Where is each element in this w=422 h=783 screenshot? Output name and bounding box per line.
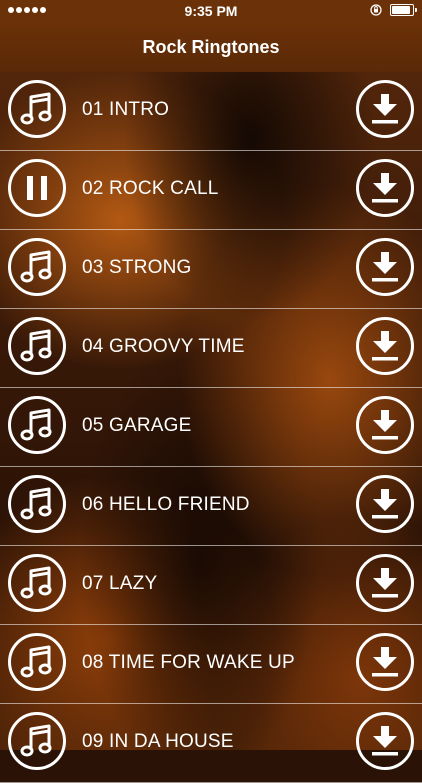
download-button[interactable]: [356, 396, 414, 454]
ringtone-title: 06 HELLO FRIEND: [82, 494, 250, 515]
list-item[interactable]: 09 IN DA HOUSE: [0, 704, 422, 783]
pause-icon: [24, 174, 50, 202]
music-note-icon: [20, 249, 54, 285]
play-button[interactable]: [8, 238, 66, 296]
play-button[interactable]: [8, 554, 66, 612]
download-button[interactable]: [356, 554, 414, 612]
ringtone-title: 05 GARAGE: [82, 415, 192, 436]
music-note-icon: [20, 565, 54, 601]
download-button[interactable]: [356, 80, 414, 138]
pause-button[interactable]: [8, 159, 66, 217]
ringtone-title: 02 ROCK CALL: [82, 178, 219, 199]
music-note-icon: [20, 407, 54, 443]
list-item[interactable]: 07 LAZY: [0, 546, 422, 625]
list-item[interactable]: 01 INTRO: [0, 72, 422, 151]
music-note-icon: [20, 644, 54, 680]
orientation-lock-icon: [370, 4, 382, 16]
play-button[interactable]: [8, 633, 66, 691]
list-item[interactable]: 06 HELLO FRIEND: [0, 467, 422, 546]
music-note-icon: [20, 91, 54, 127]
music-note-icon: [20, 723, 54, 759]
download-button[interactable]: [356, 159, 414, 217]
ringtone-title: 01 INTRO: [82, 99, 170, 120]
download-button[interactable]: [356, 475, 414, 533]
status-bar: 9:35 PM: [0, 0, 422, 22]
download-icon: [369, 250, 401, 284]
download-button[interactable]: [356, 712, 414, 770]
download-icon: [369, 329, 401, 363]
list-item[interactable]: 05 GARAGE: [0, 388, 422, 467]
ringtone-title: 08 TIME FOR WAKE UP: [82, 652, 295, 673]
download-icon: [369, 92, 401, 126]
download-button[interactable]: [356, 238, 414, 296]
list-item[interactable]: 03 STRONG: [0, 230, 422, 309]
music-note-icon: [20, 486, 54, 522]
play-button[interactable]: [8, 80, 66, 138]
download-button[interactable]: [356, 633, 414, 691]
play-button[interactable]: [8, 475, 66, 533]
battery-icon: [390, 4, 417, 16]
ringtone-title: 07 LAZY: [82, 573, 158, 594]
ringtone-title: 03 STRONG: [82, 257, 192, 278]
music-note-icon: [20, 328, 54, 364]
download-button[interactable]: [356, 317, 414, 375]
play-button[interactable]: [8, 317, 66, 375]
ringtone-title: 04 GROOVY TIME: [82, 336, 245, 357]
page-title: Rock Ringtones: [142, 36, 280, 57]
download-icon: [369, 408, 401, 442]
list-item[interactable]: 08 TIME FOR WAKE UP: [0, 625, 422, 704]
download-icon: [369, 171, 401, 205]
download-icon: [369, 487, 401, 521]
download-icon: [369, 566, 401, 600]
list-item[interactable]: 02 ROCK CALL: [0, 151, 422, 230]
download-icon: [369, 645, 401, 679]
play-button[interactable]: [8, 712, 66, 770]
status-time: 9:35 PM: [184, 3, 238, 19]
nav-bar: Rock Ringtones: [0, 22, 422, 72]
play-button[interactable]: [8, 396, 66, 454]
ringtone-list: 01 INTRO 02 ROCK CALL 03 STRONG 04 GROOVY T…: [0, 72, 422, 783]
download-icon: [369, 724, 401, 758]
list-item[interactable]: 04 GROOVY TIME: [0, 309, 422, 388]
